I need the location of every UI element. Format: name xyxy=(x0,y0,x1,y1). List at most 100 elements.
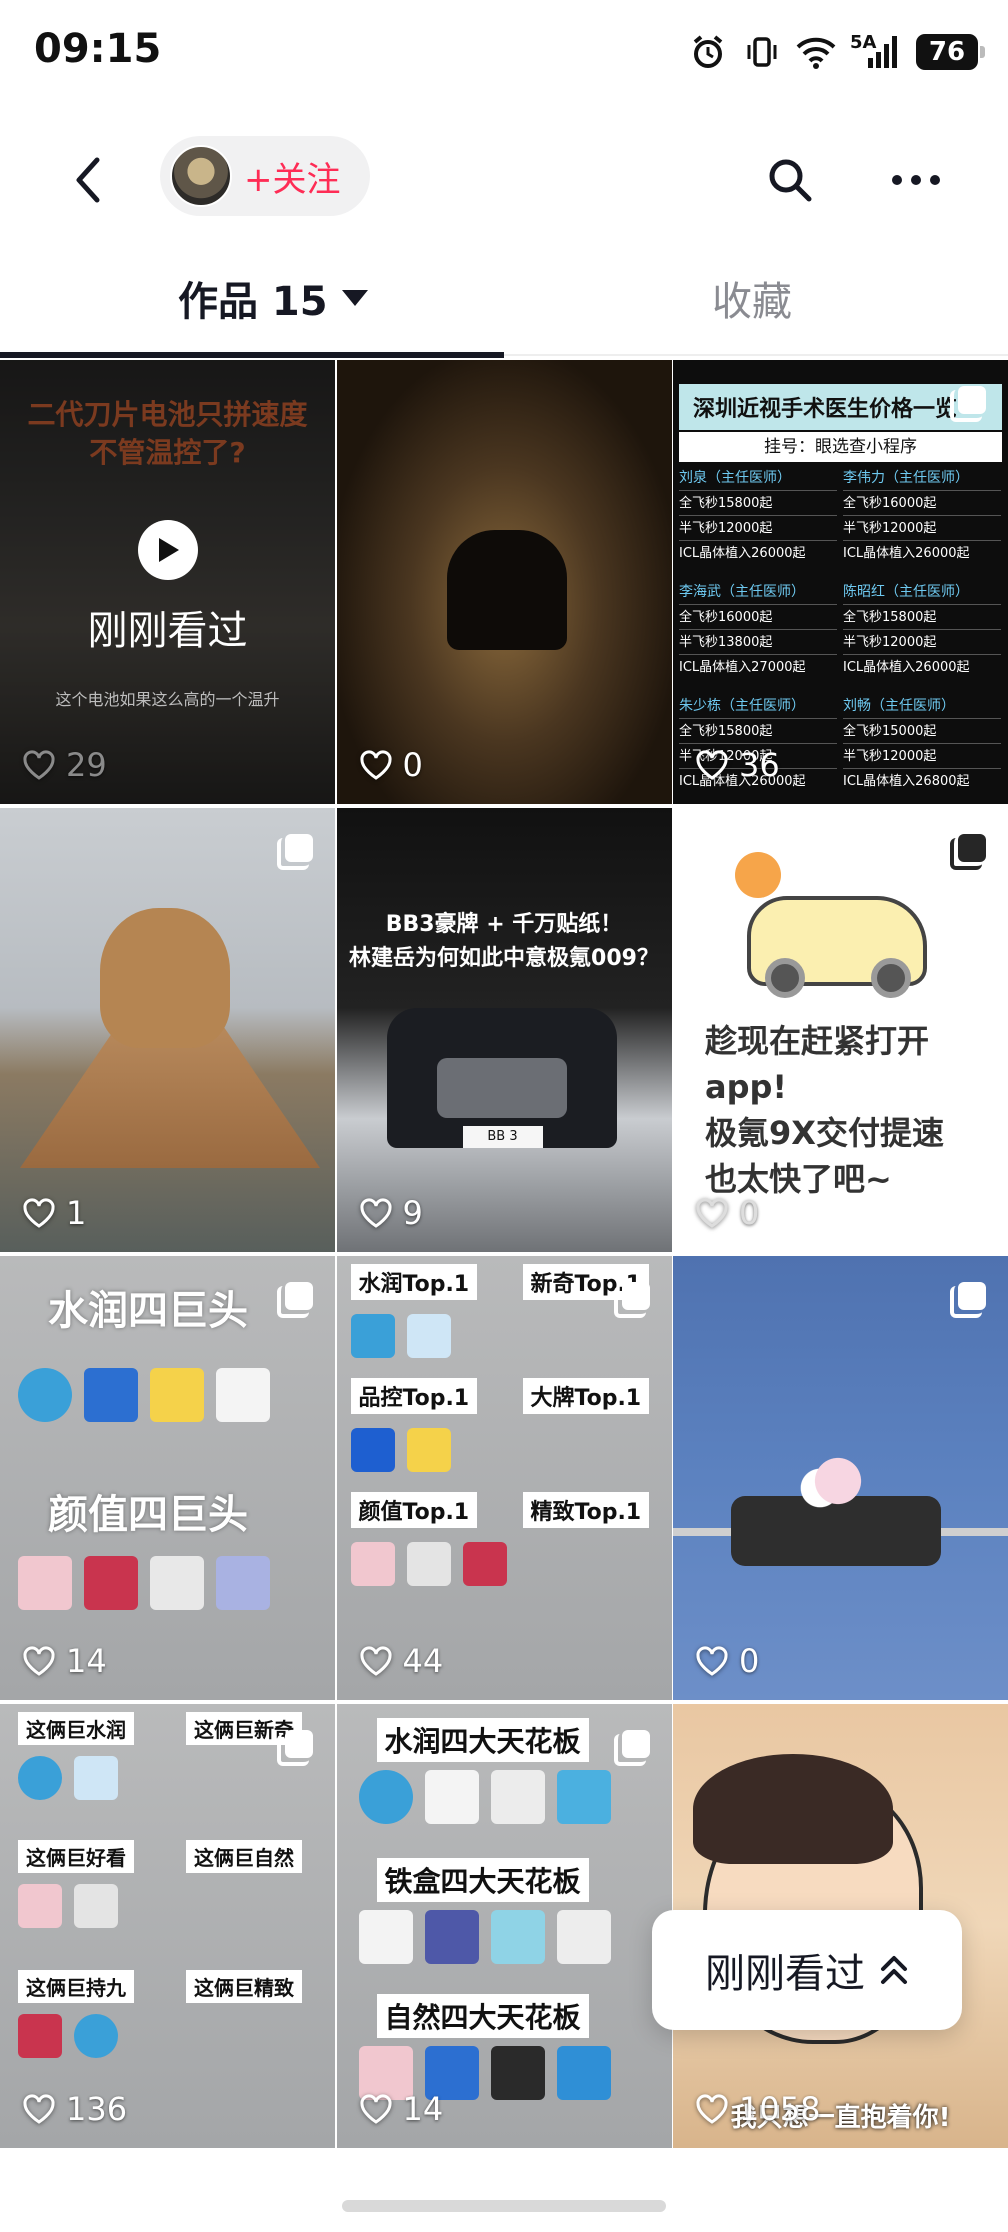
image-post-tile[interactable]: 这俩巨水润 这俩巨新奇 这俩巨好看 这俩巨自然 这俩巨持九 这俩巨精致 136 xyxy=(0,1704,335,2148)
tile-label: 水润四大天花板 xyxy=(376,1718,589,1762)
product-image xyxy=(556,1910,611,1964)
image-post-tile[interactable]: 水润四大天花板 铁盒四大天花板 自然四大天花板 14 xyxy=(336,1704,672,2148)
status-time: 09:15 xyxy=(34,26,162,72)
product-image xyxy=(406,1428,451,1472)
tab-works-label: 作品 15 xyxy=(178,279,328,325)
tab-favorites-label: 收藏 xyxy=(712,279,792,325)
product-image xyxy=(490,2046,545,2100)
doctor-name: 朱少栋（主任医师） xyxy=(679,698,805,714)
more-button[interactable] xyxy=(886,150,946,210)
network-type: 5A xyxy=(850,32,877,53)
tile-label: 这俩巨水润 xyxy=(18,1712,134,1745)
product-image xyxy=(490,1910,545,1964)
multi-image-icon xyxy=(950,834,986,870)
product-row xyxy=(18,1884,118,1928)
tile-label: 大牌Top.1 xyxy=(522,1378,650,1414)
like-count: 14 xyxy=(359,2090,443,2128)
like-count-value: 9 xyxy=(402,1194,423,1232)
tile-label: 品控Top.1 xyxy=(350,1378,478,1414)
price-row: 半飞秒12000起 xyxy=(679,515,837,540)
vibrate-icon xyxy=(742,32,782,72)
tile-label: 这俩巨好看 xyxy=(18,1840,134,1873)
multi-image-icon xyxy=(950,1282,986,1318)
tile-label: 这俩巨自然 xyxy=(186,1840,302,1873)
back-button[interactable] xyxy=(58,150,118,210)
video-tile[interactable]: BB3豪牌 + 千万贴纸！ 林建岳为何如此中意极氪009？ BB 3 9 xyxy=(336,808,672,1252)
product-image xyxy=(350,1542,395,1586)
doctor-name: 刘畅（主任医师） xyxy=(843,698,955,714)
video-tile[interactable]: 二代刀片电池只拼速度 不管温控了? 刚刚看过 这个电池如果这么高的一个温升 29 xyxy=(0,360,335,804)
product-image xyxy=(462,1542,507,1586)
profile-header: +关注 xyxy=(0,120,1008,230)
sun-icon xyxy=(735,852,781,898)
cartoon-image xyxy=(693,1754,893,1864)
like-count: 29 xyxy=(22,746,107,784)
video-tile[interactable]: 0 xyxy=(336,360,672,804)
tile-text: 趁现在赶紧打开 app! 极氪9X交付提速 也太快了吧~ xyxy=(705,1022,944,1198)
search-icon xyxy=(769,159,812,202)
tab-favorites[interactable]: 收藏 xyxy=(712,268,792,328)
price-row: 全飞秒16000起 xyxy=(679,604,837,629)
product-row xyxy=(358,1770,611,1824)
multi-image-icon xyxy=(277,1730,313,1766)
price-row: ICL晶体植入26000起 xyxy=(679,540,837,565)
price-row: 全飞秒15800起 xyxy=(843,604,1001,629)
like-count-value: 1 xyxy=(66,1194,87,1232)
heart-icon xyxy=(696,750,728,780)
image-post-tile[interactable]: 水润Top.1 新奇Top.1 品控Top.1 大牌Top.1 颜值Top.1 … xyxy=(336,1256,672,1700)
avatar[interactable] xyxy=(170,145,232,207)
tile-label: 这俩巨精致 xyxy=(186,1970,302,2003)
price-block: 刘泉（主任医师） 全飞秒15800起 半飞秒12000起 ICL晶体植入2600… xyxy=(679,466,1002,574)
signal-icon: 5A xyxy=(850,32,902,72)
play-icon xyxy=(138,520,198,580)
heart-icon xyxy=(23,750,55,780)
heart-icon xyxy=(359,2094,392,2124)
product-image xyxy=(216,1368,270,1422)
image-post-tile[interactable]: 1 xyxy=(0,808,335,1252)
heart-icon xyxy=(23,2094,55,2124)
product-image xyxy=(84,1368,138,1422)
multi-image-icon xyxy=(613,1730,650,1766)
like-count: 14 xyxy=(22,1642,107,1680)
wheel-icon xyxy=(765,958,805,998)
product-row xyxy=(18,1556,270,1610)
product-image xyxy=(74,1884,118,1928)
image-post-tile[interactable]: 0 xyxy=(673,1256,1008,1700)
tab-works[interactable]: 作品 15 xyxy=(178,268,368,328)
multi-image-icon xyxy=(950,386,986,422)
product-image xyxy=(556,1770,611,1824)
product-image xyxy=(350,1428,395,1472)
recently-viewed-button[interactable]: 刚刚看过 xyxy=(652,1910,962,2030)
product-image xyxy=(18,1556,72,1610)
like-count-value: 36 xyxy=(739,746,780,784)
product-image xyxy=(84,1556,138,1610)
multi-image-icon xyxy=(613,1282,650,1318)
product-image xyxy=(406,1314,451,1358)
like-count: 0 xyxy=(695,1642,759,1680)
image-post-tile[interactable]: 趁现在赶紧打开 app! 极氪9X交付提速 也太快了吧~ 0 xyxy=(673,808,1008,1252)
product-row xyxy=(350,1314,451,1358)
heart-icon xyxy=(23,1646,55,1676)
search-button[interactable] xyxy=(760,150,820,210)
tile-label: 铁盒四大天花板 xyxy=(376,1858,589,1902)
tile-label: 这俩巨持九 xyxy=(18,1970,134,2003)
follow-button[interactable]: +关注 xyxy=(160,136,370,216)
like-count-value: 0 xyxy=(739,1642,760,1680)
home-indicator[interactable] xyxy=(342,2200,666,2212)
doctor-name: 刘泉（主任医师） xyxy=(679,470,791,486)
like-count: 136 xyxy=(22,2090,127,2128)
like-count-value: 0 xyxy=(402,746,423,784)
price-row: ICL晶体植入26000起 xyxy=(843,654,1001,679)
price-row: 半飞秒12000起 xyxy=(843,629,1001,654)
chevron-up-icon xyxy=(881,1956,907,1984)
image-post-tile[interactable]: 水润四巨头 颜值四巨头 14 xyxy=(0,1256,335,1700)
tile-caption: 这个电池如果这么高的一个温升 xyxy=(55,690,280,709)
price-row: 半飞秒12000起 xyxy=(843,743,1001,768)
product-row xyxy=(350,1542,507,1586)
like-count-value: 14 xyxy=(66,1642,107,1680)
license-plate: BB 3 xyxy=(462,1126,543,1148)
status-icons: 5A 76 xyxy=(688,28,985,76)
tile-subtitle: 颜值四巨头 xyxy=(48,1492,248,1538)
tile-label: 自然四大天花板 xyxy=(376,1994,589,2038)
image-post-tile[interactable]: 深圳近视手术医生价格一览 挂号：眼选查小程序 刘泉（主任医师） 全飞秒15800… xyxy=(673,360,1008,804)
